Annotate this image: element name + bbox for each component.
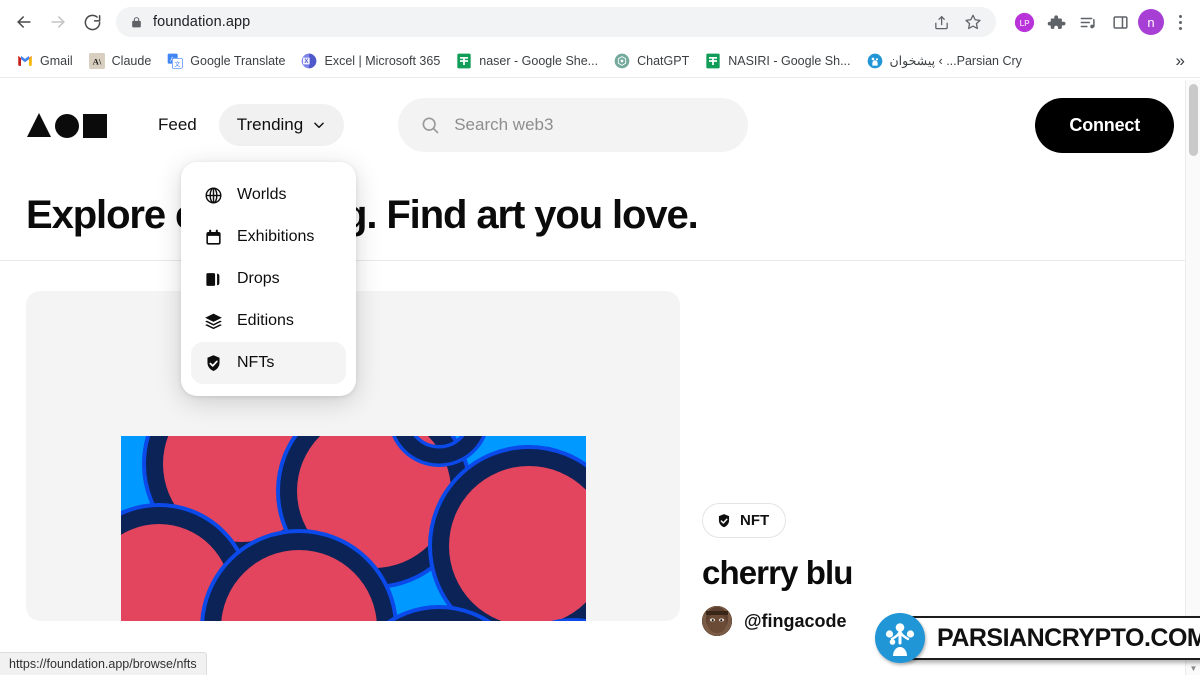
parsiancrypto-logo (875, 613, 925, 663)
toolbar-right-actions: LP n (1006, 8, 1192, 36)
dropdown-item-label: Editions (237, 312, 294, 329)
search-placeholder: Search web3 (454, 115, 554, 134)
watermark-text: PARSIANCRYPTO.COM (937, 623, 1200, 652)
omnibox-actions (928, 9, 990, 35)
forward-button[interactable] (42, 6, 74, 38)
back-arrow-icon (17, 16, 31, 28)
claude-icon: A\ (88, 52, 105, 69)
dropdown-item-nfts[interactable]: NFTs (191, 342, 346, 384)
gmail-icon (17, 53, 33, 69)
hero-section: Explore everything. Find art you love. (0, 170, 1200, 260)
status-bar-url: https://foundation.app/browse/nfts (0, 652, 207, 675)
search-input[interactable]: Search web3 (398, 98, 749, 152)
bookmark-excel[interactable]: X Excel | Microsoft 365 (293, 49, 448, 73)
page-scrollbar[interactable]: ▲ ▼ (1185, 80, 1200, 675)
puzzle-extensions-icon[interactable] (1042, 8, 1070, 36)
lock-icon (130, 16, 143, 29)
bookmark-nasiri-sheets[interactable]: NASIRI - Google Sh... (697, 49, 858, 73)
bookmark-label: naser - Google She... (479, 53, 599, 68)
trending-label: Trending (236, 115, 304, 134)
dropdown-item-label: Drops (237, 270, 280, 287)
cherry-blu-artwork (121, 436, 586, 621)
web-page-viewport: Feed Trending Search web3 Connect Explor… (0, 80, 1200, 675)
google-translate-icon: A 文 (167, 53, 183, 69)
parsiancrypto-watermark: PARSIANCRYPTO.COM (875, 613, 1200, 663)
svg-text:LP: LP (1019, 19, 1029, 28)
bookmark-claude[interactable]: A\ Claude (81, 49, 160, 73)
dropdown-item-editions[interactable]: Editions (191, 300, 346, 342)
trending-dropdown-menu: Worlds Exhibitions Drops Editions NFTs (181, 162, 356, 396)
featured-artwork-title[interactable]: cherry blu (702, 554, 1174, 592)
svg-text:X: X (305, 59, 309, 65)
scrollbar-thumb[interactable] (1189, 84, 1198, 156)
google-sheets-icon (456, 53, 472, 69)
foundation-logo[interactable] (26, 112, 108, 138)
lastpass-extension-icon[interactable]: LP (1010, 8, 1038, 36)
layers-icon (203, 311, 223, 331)
creator-handle[interactable]: @fingacode (744, 611, 847, 632)
drops-icon (203, 269, 223, 289)
dropdown-item-label: Exhibitions (237, 228, 315, 245)
status-badge: NFT (702, 503, 787, 538)
dropdown-item-drops[interactable]: Drops (191, 258, 346, 300)
dropdown-item-exhibitions[interactable]: Exhibitions (191, 216, 346, 258)
trending-dropdown-button[interactable]: Trending (218, 104, 345, 146)
bookmarks-bar: Gmail A\ Claude A 文 (0, 44, 1200, 78)
chevron-down-icon (312, 118, 326, 132)
nav-item-feed[interactable]: Feed (144, 105, 211, 145)
bookmark-label: Gmail (40, 53, 73, 68)
svg-text:A\: A\ (92, 56, 101, 66)
bookmark-gmail[interactable]: Gmail (9, 49, 81, 73)
site-header: Feed Trending Search web3 Connect (0, 80, 1200, 170)
connect-button[interactable]: Connect (1035, 97, 1174, 153)
dropdown-item-label: NFTs (237, 354, 275, 371)
excel-icon: X (301, 53, 317, 69)
google-sheets-icon (705, 53, 721, 69)
parsian-icon (867, 53, 883, 69)
browser-toolbar: foundation.app LP n (0, 0, 1200, 44)
browser-window: foundation.app LP n Gmail A\ Claude 文 Go… (0, 0, 1200, 675)
address-bar[interactable]: foundation.app (116, 7, 996, 37)
bookmark-label: Claude (111, 53, 152, 68)
verified-badge-icon (716, 513, 732, 529)
address-bar-url: foundation.app (153, 14, 251, 30)
featured-content: NFT cherry blu @fingacode (0, 261, 1200, 636)
bookmarks-overflow-button[interactable]: » (1170, 51, 1191, 71)
bookmark-label: Excel | Microsoft 365 (324, 53, 441, 68)
dropdown-item-label: Worlds (237, 186, 287, 203)
bookmark-label: ChatGPT (637, 53, 690, 68)
bookmark-label: Google Translate (190, 53, 286, 68)
chrome-profile-avatar[interactable]: n (1138, 9, 1164, 35)
bookmark-parsian-crypto[interactable]: پیشخوان ‹ ...Parsian Cry (859, 49, 1030, 73)
back-button[interactable] (8, 6, 40, 38)
bookmark-naser-sheets[interactable]: naser - Google She... (448, 49, 606, 73)
page-title: Explore everything. Find art you love. (26, 192, 699, 237)
globe-icon (203, 185, 223, 205)
status-badge-label: NFT (740, 512, 770, 529)
scroll-down-arrow[interactable]: ▼ (1186, 661, 1200, 675)
watermark-pill: PARSIANCRYPTO.COM (891, 616, 1200, 660)
avatar (702, 606, 732, 636)
share-icon[interactable] (928, 9, 954, 35)
chatgpt-icon (614, 53, 630, 69)
bookmark-label: NASIRI - Google Sh... (728, 53, 851, 68)
star-icon[interactable] (960, 9, 986, 35)
bookmark-label: پیشخوان ‹ ...Parsian Cry (889, 54, 1022, 68)
search-icon (420, 115, 440, 135)
bookmark-google-translate[interactable]: A 文 Google Translate (159, 49, 293, 73)
browser-chrome: foundation.app LP n Gmail A\ Claude 文 Go… (0, 0, 1200, 80)
bookmark-chatgpt[interactable]: ChatGPT (606, 49, 697, 73)
verified-badge-icon (203, 353, 223, 373)
side-panel-icon[interactable] (1106, 8, 1134, 36)
featured-details: NFT cherry blu @fingacode (702, 291, 1174, 636)
reload-button[interactable] (76, 6, 108, 38)
reload-icon (84, 14, 100, 30)
media-playlist-icon[interactable] (1074, 8, 1102, 36)
kebab-menu-icon[interactable] (1168, 8, 1192, 36)
calendar-icon (203, 227, 223, 247)
dropdown-item-worlds[interactable]: Worlds (191, 174, 346, 216)
forward-arrow-icon (51, 16, 65, 28)
